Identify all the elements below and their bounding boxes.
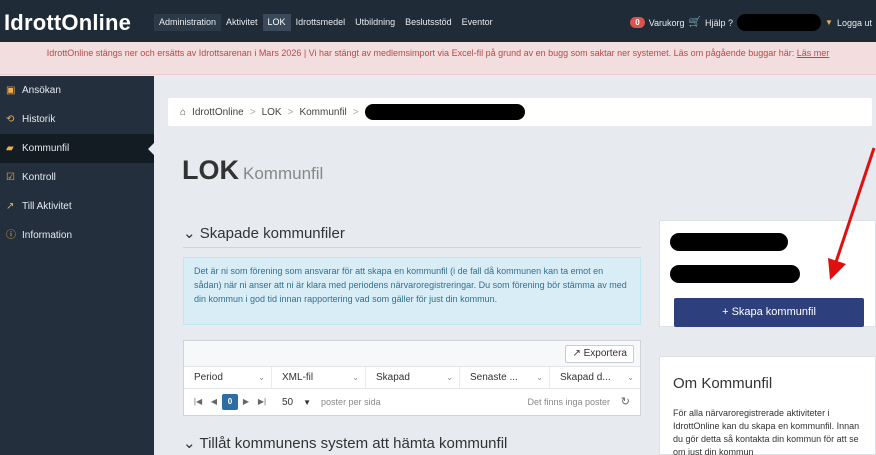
redacted-text bbox=[670, 233, 788, 251]
refresh-icon[interactable]: ↻ bbox=[621, 389, 630, 415]
create-kommunfil-button[interactable]: + Skapa kommunfil bbox=[674, 298, 864, 327]
breadcrumb-separator: > bbox=[287, 106, 294, 118]
nav-aktivitet[interactable]: Aktivitet bbox=[221, 14, 263, 31]
created-files-grid: ↗ Exportera Period ⌄ XML-fil ⌄ Skapad ⌄ Sen… bbox=[183, 340, 641, 416]
file-icon: ▣ bbox=[6, 85, 16, 96]
section-divider bbox=[183, 247, 641, 248]
chevron-down-icon: ⌄ bbox=[258, 373, 265, 382]
column-skapad[interactable]: Skapad ⌄ bbox=[366, 367, 460, 388]
sidebar-item-label: Kommunfil bbox=[22, 143, 70, 154]
redacted-user-name[interactable] bbox=[737, 14, 822, 31]
external-link-icon: ↗ bbox=[6, 201, 15, 212]
next-page-icon[interactable]: ▶ bbox=[238, 394, 254, 410]
cart-count-badge: 0 bbox=[630, 17, 645, 28]
export-label: Exportera bbox=[583, 348, 627, 359]
sidebar-item-label: Kontroll bbox=[22, 172, 56, 183]
sidebar-item-historik[interactable]: ⟲ Historik bbox=[0, 105, 154, 134]
chevron-down-icon: ⌄ bbox=[183, 225, 196, 242]
about-title: Om Kommunfil bbox=[673, 375, 773, 392]
sidebar-item-label: Till Aktivitet bbox=[22, 201, 72, 212]
chevron-down-icon: ▼ bbox=[303, 397, 312, 407]
export-button[interactable]: ↗ Exportera bbox=[565, 345, 634, 363]
main-navigation: Administration Aktivitet LOK Idrottsmede… bbox=[154, 14, 498, 31]
breadcrumb: ⌂ IdrottOnline > LOK > Kommunfil > bbox=[168, 98, 872, 126]
sidebar-item-label: Ansökan bbox=[22, 85, 61, 96]
column-period[interactable]: Period ⌄ bbox=[184, 367, 272, 388]
export-icon: ↗ bbox=[572, 348, 581, 359]
create-file-panel: + Skapa kommunfil bbox=[659, 220, 876, 327]
home-icon[interactable]: ⌂ bbox=[180, 107, 186, 118]
breadcrumb-separator: > bbox=[352, 106, 359, 118]
nav-administration[interactable]: Administration bbox=[154, 14, 222, 31]
about-kommunfil-panel: Om Kommunfil För alla närvaroregistrerad… bbox=[659, 356, 876, 455]
system-notice-banner: IdrottOnline stängs ner och ersätts av I… bbox=[0, 42, 876, 75]
page-size-select[interactable]: 50 ▼ bbox=[282, 397, 311, 408]
section-allow-fetch-title: Tillåt kommunens system att hämta kommun… bbox=[199, 435, 508, 452]
chevron-down-icon: ⌄ bbox=[446, 373, 453, 382]
plus-icon: + bbox=[722, 306, 729, 318]
sidebar: ▣ Ansökan ⟲ Historik ▰ Kommunfil ☑ Kontr… bbox=[0, 76, 154, 455]
column-xml-fil[interactable]: XML-fil ⌄ bbox=[272, 367, 366, 388]
user-area: 0 Varukorg 🛒 Hjälp ? ▼ Logga ut bbox=[630, 14, 872, 31]
about-text: För alla närvaroregistrerade aktiviteter… bbox=[673, 408, 860, 455]
cart-link[interactable]: Varukorg bbox=[649, 18, 685, 28]
breadcrumb-kommunfil[interactable]: Kommunfil bbox=[299, 107, 346, 118]
banner-text: IdrottOnline stängs ner och ersätts av I… bbox=[46, 48, 795, 58]
section-created-files-title: Skapade kommunfiler bbox=[199, 225, 345, 242]
sidebar-item-information[interactable]: ⓘ Information bbox=[0, 221, 154, 250]
folder-icon: ▰ bbox=[6, 143, 14, 154]
top-navigation-bar: IdrottOnline Administration Aktivitet LO… bbox=[0, 0, 876, 42]
nav-beslutsstod[interactable]: Beslutsstöd bbox=[400, 14, 457, 31]
sidebar-item-label: Historik bbox=[22, 114, 56, 125]
last-page-icon[interactable]: ▶| bbox=[254, 394, 270, 410]
prev-page-icon[interactable]: ◀ bbox=[206, 394, 222, 410]
column-senaste[interactable]: Senaste ... ⌄ bbox=[460, 367, 550, 388]
column-skapad-d[interactable]: Skapad d... ⌄ bbox=[550, 367, 640, 388]
breadcrumb-separator: > bbox=[249, 106, 256, 118]
banner-read-more-link[interactable]: Läs mer bbox=[797, 48, 830, 58]
main-content: ⌂ IdrottOnline > LOK > Kommunfil > LOK Ko… bbox=[154, 76, 876, 455]
page-title: LOK Kommunfil bbox=[182, 155, 324, 185]
logout-link[interactable]: Logga ut bbox=[837, 18, 872, 28]
sidebar-item-ansokan[interactable]: ▣ Ansökan bbox=[0, 76, 154, 105]
cart-icon[interactable]: 🛒 bbox=[689, 17, 701, 28]
sidebar-item-kommunfil[interactable]: ▰ Kommunfil bbox=[0, 134, 154, 163]
info-box: Det är ni som förening som ansvarar för … bbox=[183, 257, 641, 325]
check-icon: ☑ bbox=[6, 172, 15, 183]
help-link[interactable]: Hjälp ? bbox=[705, 18, 733, 28]
nav-eventor[interactable]: Eventor bbox=[457, 14, 498, 31]
grid-toolbar: ↗ Exportera bbox=[184, 341, 640, 367]
grid-pager: |◀ ◀ 0 ▶ ▶| 50 ▼ poster per sida Det fin… bbox=[184, 389, 640, 415]
breadcrumb-home[interactable]: IdrottOnline bbox=[192, 107, 244, 118]
section-allow-fetch-toggle[interactable]: ⌄ Tillåt kommunens system att hämta komm… bbox=[183, 434, 507, 452]
chevron-down-icon: ⌄ bbox=[352, 373, 359, 382]
grid-header: Period ⌄ XML-fil ⌄ Skapad ⌄ Senaste ... ⌄ Sk… bbox=[184, 367, 640, 389]
sidebar-item-till-aktivitet[interactable]: ↗ Till Aktivitet bbox=[0, 192, 154, 221]
chevron-down-icon[interactable]: ▼ bbox=[825, 18, 833, 27]
sidebar-item-label: Information bbox=[22, 230, 73, 241]
breadcrumb-lok[interactable]: LOK bbox=[262, 107, 282, 118]
chevron-down-icon: ⌄ bbox=[536, 373, 543, 382]
redacted-breadcrumb-item bbox=[364, 104, 525, 120]
nav-idrottsmedel[interactable]: Idrottsmedel bbox=[291, 14, 351, 31]
sidebar-item-kontroll[interactable]: ☑ Kontroll bbox=[0, 163, 154, 192]
idrottonline-logo[interactable]: IdrottOnline bbox=[4, 10, 131, 36]
nav-utbildning[interactable]: Utbildning bbox=[350, 14, 400, 31]
nav-lok[interactable]: LOK bbox=[262, 14, 291, 31]
chevron-down-icon: ⌄ bbox=[183, 435, 196, 452]
info-icon: ⓘ bbox=[6, 230, 16, 241]
page-subtitle: Kommunfil bbox=[243, 164, 324, 183]
section-created-files-toggle[interactable]: ⌄ Skapade kommunfiler bbox=[183, 224, 345, 242]
empty-state-text: Det finns inga poster bbox=[527, 397, 610, 407]
current-page[interactable]: 0 bbox=[222, 394, 238, 410]
history-icon: ⟲ bbox=[6, 114, 15, 125]
first-page-icon[interactable]: |◀ bbox=[190, 394, 206, 410]
redacted-text bbox=[670, 265, 800, 283]
chevron-down-icon: ⌄ bbox=[627, 373, 634, 382]
page-size-label: poster per sida bbox=[321, 397, 381, 407]
